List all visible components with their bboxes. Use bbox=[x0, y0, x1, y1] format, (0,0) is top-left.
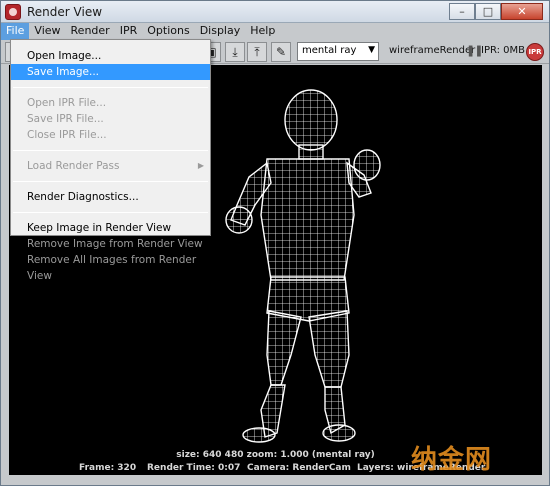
render-time: Render Time: 0:07 bbox=[147, 463, 241, 473]
minimize-icon: – bbox=[459, 5, 465, 18]
menu-close-ipr-file[interactable]: Close IPR File... bbox=[11, 127, 210, 143]
render-settings-icon: ✎ bbox=[275, 45, 287, 59]
menu-separator bbox=[13, 212, 208, 213]
chevron-down-icon: ▼ bbox=[368, 45, 375, 55]
menu-help[interactable]: Help bbox=[245, 23, 280, 40]
menu-ipr[interactable]: IPR bbox=[115, 23, 143, 40]
menu-file[interactable]: File bbox=[1, 23, 30, 40]
watermark-logo: 纳金网 bbox=[411, 445, 493, 475]
minimize-button[interactable]: – bbox=[449, 3, 475, 20]
ipr-memory-label: IPR: 0MB bbox=[481, 45, 526, 56]
remove-image-icon: ⤒ bbox=[254, 44, 260, 59]
menu-remove-all-images[interactable]: Remove All Images from Render View bbox=[11, 252, 210, 282]
menu-open-image[interactable]: Open Image... bbox=[11, 48, 210, 64]
menu-options[interactable]: Options bbox=[142, 23, 194, 40]
menu-load-render-pass[interactable]: Load Render Pass ▶ bbox=[11, 158, 210, 174]
file-menu-dropdown: Open Image... Save Image... Open IPR Fil… bbox=[10, 39, 211, 282]
pause-ipr-icon[interactable]: ❚❚ bbox=[466, 44, 483, 57]
maximize-icon: □ bbox=[482, 5, 494, 18]
keep-image-button[interactable]: ⤓ bbox=[225, 42, 245, 62]
menu-render-diagnostics[interactable]: Render Diagnostics... bbox=[11, 189, 210, 205]
menu-remove-image[interactable]: Remove Image from Render View bbox=[11, 236, 210, 252]
submenu-arrow-icon: ▶ bbox=[197, 161, 204, 170]
render-view-window: Render View – □ ✕ File View Render IPR O… bbox=[0, 0, 550, 486]
menu-load-render-pass-label: Load Render Pass bbox=[27, 160, 120, 172]
menu-separator bbox=[13, 87, 208, 88]
render-settings-button[interactable]: ✎ bbox=[271, 42, 291, 62]
maximize-button[interactable]: □ bbox=[475, 3, 501, 20]
renderer-select[interactable]: mental ray ▼ bbox=[297, 42, 379, 61]
menu-view[interactable]: View bbox=[29, 23, 65, 40]
window-title: Render View bbox=[27, 5, 103, 19]
menu-save-ipr-file[interactable]: Save IPR File... bbox=[11, 111, 210, 127]
keep-image-icon: ⤓ bbox=[232, 44, 238, 59]
menu-keep-image[interactable]: Keep Image in Render View bbox=[11, 220, 210, 236]
menu-display[interactable]: Display bbox=[195, 23, 246, 40]
menu-open-ipr-file[interactable]: Open IPR File... bbox=[11, 95, 210, 111]
remove-image-button[interactable]: ⤒ bbox=[247, 42, 267, 62]
menu-separator bbox=[13, 150, 208, 151]
close-icon: ✕ bbox=[517, 5, 527, 18]
render-layer-label: wireframeRender bbox=[389, 45, 476, 56]
menu-bar: File View Render IPR Options Display Hel… bbox=[1, 23, 549, 40]
frame-number: Frame: 320 bbox=[79, 463, 137, 473]
close-button[interactable]: ✕ bbox=[501, 3, 543, 20]
renderer-value: mental ray bbox=[302, 45, 357, 56]
render-camera: Camera: RenderCam bbox=[247, 463, 351, 473]
ipr-render-icon[interactable]: IPR bbox=[526, 43, 544, 61]
maya-app-icon bbox=[5, 4, 21, 20]
title-bar[interactable]: Render View – □ ✕ bbox=[1, 1, 549, 23]
menu-separator bbox=[13, 181, 208, 182]
menu-render[interactable]: Render bbox=[66, 23, 115, 40]
menu-save-image[interactable]: Save Image... bbox=[11, 64, 210, 80]
